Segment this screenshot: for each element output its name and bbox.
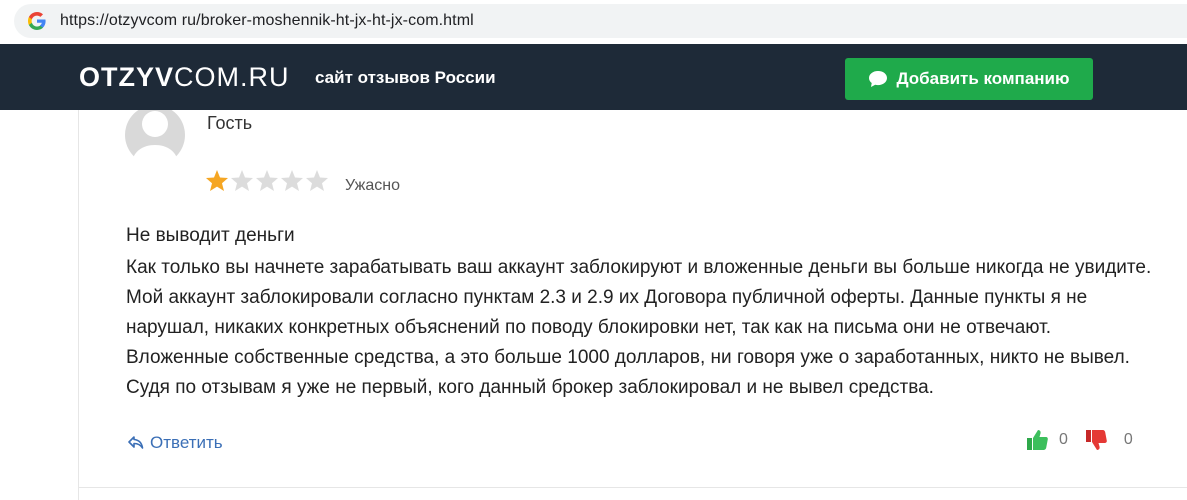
site-logo[interactable]: OTZYVCOM.RU [79, 62, 290, 93]
reply-label: Ответить [150, 433, 223, 452]
star-empty-icon [231, 170, 253, 191]
rating-label: Ужасно [345, 177, 400, 194]
star-empty-icon [256, 170, 278, 191]
star-rating [205, 169, 329, 192]
url-text: https://otzyvcom ru/broker-moshennik-ht-… [60, 12, 474, 29]
review-author: Гость [207, 113, 253, 133]
dislike-count: 0 [1123, 431, 1133, 448]
thumbs-up-icon[interactable] [1025, 428, 1049, 452]
star-empty-icon [281, 170, 303, 191]
chat-bubble-icon [869, 71, 888, 87]
thumbs-down-icon[interactable] [1084, 428, 1108, 452]
review-body: Как только вы начнете зарабатывать ваш а… [126, 257, 1152, 398]
avatar [125, 110, 185, 165]
star-empty-icon [306, 170, 328, 191]
star-filled-icon [206, 170, 228, 191]
logo-thin-part: COM.RU [174, 62, 290, 92]
add-company-label: Добавить компанию [896, 69, 1070, 88]
reply-arrow-icon [128, 436, 144, 449]
google-icon [28, 12, 46, 30]
content-divider-left [78, 110, 79, 500]
browser-address-bar: https://otzyvcom ru/broker-moshennik-ht-… [0, 0, 1187, 44]
review-title: Не выводит деньги [126, 225, 295, 246]
site-tagline: сайт отзывов России [315, 68, 496, 87]
site-header: OTZYVCOM.RU сайт отзывов России Добавить… [0, 44, 1187, 110]
reply-button[interactable]: Ответить [128, 433, 223, 453]
url-field[interactable]: https://otzyvcom ru/broker-moshennik-ht-… [14, 4, 1187, 38]
content-divider-bottom [79, 487, 1187, 488]
logo-bold-part: OTZYV [79, 62, 175, 92]
like-count: 0 [1059, 431, 1068, 448]
review-card: Гость Ужасно Не выводит деньги Как тольк… [0, 110, 1187, 500]
vote-controls: 0 0 [1025, 428, 1133, 452]
add-company-button[interactable]: Добавить компанию [845, 58, 1093, 100]
